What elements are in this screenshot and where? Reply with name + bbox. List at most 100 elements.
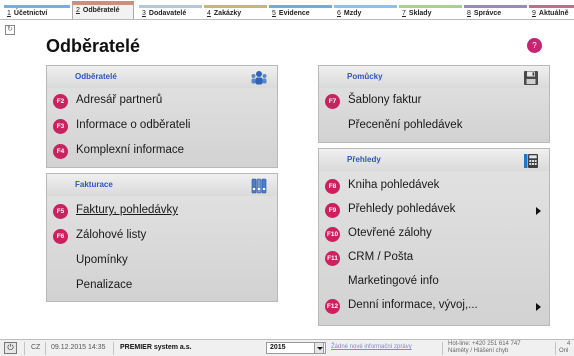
panel-fakturace: Fakturace F5 Faktury, pohledávky F6 Zálo… [46, 173, 278, 302]
menu-item-penalizace[interactable]: Penalizace [53, 277, 271, 297]
tab-label: Mzdy [343, 10, 362, 17]
menu-item-faktury-pohledavky[interactable]: F5 Faktury, pohledávky [53, 202, 271, 222]
menu-item-label: Šablony faktur [348, 94, 422, 106]
tab-dodavatele[interactable]: 3 Dodavatelé [139, 5, 202, 19]
shortcut-badge: F6 [53, 229, 68, 244]
online-count: 4 [567, 341, 571, 347]
menu-item-sablony-faktur[interactable]: F7 Šablony faktur [325, 92, 543, 112]
news-link[interactable]: Žádné nové informační zprávy [331, 344, 412, 350]
shortcut-badge: F7 [325, 94, 340, 109]
menu-item-komplexni-informace[interactable]: F4 Komplexní informace [53, 142, 271, 162]
tab-number: 5 [272, 10, 276, 17]
menu-item-label: Faktury, pohledávky [76, 204, 179, 216]
status-divider [24, 342, 25, 355]
tab-label: Evidence [278, 10, 310, 17]
panel-header: Odběratelé [47, 66, 277, 88]
chevron-down-icon [317, 347, 323, 350]
shortcut-badge: F5 [53, 204, 68, 219]
shortcut-badge: F2 [53, 94, 68, 109]
menu-item-kniha-pohledavek[interactable]: F8 Kniha pohledávek [325, 177, 543, 197]
tab-zakazky[interactable]: 4 Zakázky [204, 5, 267, 19]
menu-item-label: Přehledy pohledávek [348, 203, 456, 215]
panel-pomucky: Pomůcky F7 Šablony faktur Přecenění pohl… [318, 65, 550, 143]
menu-item-informace-o-odberateli[interactable]: F3 Informace o odběrateli [53, 117, 271, 137]
panel-title: Pomůcky [347, 72, 383, 81]
status-divider [442, 342, 443, 355]
menu-item-zalohove-listy[interactable]: F6 Zálohové listy [53, 227, 271, 247]
menu-item-label: Informace o odběrateli [76, 119, 191, 131]
status-divider [113, 342, 114, 355]
panel-header: Fakturace [47, 174, 277, 196]
tab-ucetnictvi[interactable]: 1 Účetnictví [4, 5, 70, 19]
shortcut-badge: F3 [53, 119, 68, 134]
menu-item-upominky[interactable]: Upomínky [53, 252, 271, 272]
tab-number: 1 [7, 10, 11, 17]
online-label: Onl [559, 348, 569, 354]
panel-prehledy: Přehledy F8 Kniha pohledávek F9 Přehledy… [318, 148, 550, 326]
tab-aktualne[interactable]: 9 Aktuálně [529, 5, 574, 19]
tab-label: Správce [473, 10, 502, 17]
users-icon [251, 71, 267, 85]
menu-item-denni-informace[interactable]: F12 Denní informace, vývoj,... [325, 297, 543, 317]
year-dropdown-button[interactable] [314, 342, 324, 354]
tab-number: 9 [532, 10, 536, 17]
tab-mzdy[interactable]: 6 Mzdy [334, 5, 397, 19]
menu-item-label: Zálohové listy [76, 229, 147, 241]
hotline-info: Hot-line: +420 251 614 747 Náměty / Hláš… [448, 341, 521, 355]
tab-spravce[interactable]: 8 Správce [464, 5, 527, 19]
menu-item-otevrene-zalohy[interactable]: F10 Otevřené zálohy [325, 225, 543, 245]
tab-number: 7 [402, 10, 406, 17]
refresh-icon[interactable]: ↻ [5, 25, 15, 35]
language-indicator[interactable]: CZ [31, 344, 40, 351]
page-title: Odběratelé [46, 36, 141, 56]
tab-number: 3 [142, 10, 146, 17]
tab-number: 8 [467, 10, 471, 17]
panel-title: Přehledy [347, 155, 381, 164]
shortcut-badge: F8 [325, 179, 340, 194]
tab-label: Dodavatelé [148, 10, 187, 17]
menu-item-preceneni-pohledavek[interactable]: Přecenění pohledávek [325, 117, 543, 137]
shortcut-badge: F12 [325, 299, 340, 314]
menu-item-marketingove-info[interactable]: Marketingové info [325, 273, 543, 293]
tab-bar-divider [0, 19, 574, 20]
tab-label: Aktuálně [538, 10, 569, 17]
menu-item-label: Komplexní informace [76, 144, 185, 156]
menu-item-label: Denní informace, vývoj,... [348, 299, 478, 311]
panel-header: Pomůcky [319, 66, 549, 88]
tab-label: Účetnictví [13, 10, 48, 17]
tab-sklady[interactable]: 7 Sklady [399, 5, 462, 19]
status-bar: ⏻ CZ 09.12.2015 14:35 PREMIER system a.s… [0, 339, 574, 356]
panel-title: Odběratelé [75, 72, 117, 81]
tab-label: Odběratelé [82, 7, 120, 14]
status-datetime: 09.12.2015 14:35 [51, 344, 106, 351]
menu-item-label: Penalizace [76, 279, 133, 291]
tab-label: Zakázky [213, 10, 242, 17]
power-icon[interactable]: ⏻ [4, 342, 17, 354]
panel-odberatele: Odběratelé F2 Adresář partnerů F3 Inform… [46, 65, 278, 168]
tab-evidence[interactable]: 5 Evidence [269, 5, 332, 19]
tab-number: 4 [207, 10, 211, 17]
panel-title: Fakturace [75, 180, 113, 189]
shortcut-badge: F9 [325, 203, 340, 218]
menu-item-crm-posta[interactable]: F11 CRM / Pošta [325, 249, 543, 269]
tab-number: 2 [76, 7, 80, 14]
submenu-arrow-icon [536, 207, 541, 215]
menu-item-label: Kniha pohledávek [348, 179, 440, 191]
bug-report-link[interactable]: Náměty / Hlášení chyb [448, 348, 521, 355]
menu-item-label: Upomínky [76, 254, 128, 266]
help-icon[interactable]: ? [527, 38, 542, 53]
menu-item-adresar-partneru[interactable]: F2 Adresář partnerů [53, 92, 271, 112]
module-tab-bar: 1 Účetnictví 2 Odběratelé 3 Dodavatelé 4 Zak… [0, 0, 574, 19]
menu-item-label: Marketingové info [348, 275, 439, 287]
save-disk-icon [524, 71, 538, 85]
shortcut-badge: F10 [325, 227, 340, 242]
shortcut-badge: F11 [325, 251, 340, 266]
company-name: PREMIER system a.s. [120, 344, 192, 351]
status-divider [45, 342, 46, 355]
menu-item-label: Přecenění pohledávek [348, 119, 463, 131]
menu-item-label: Adresář partnerů [76, 94, 163, 106]
menu-item-prehledy-pohledavek[interactable]: F9 Přehledy pohledávek [325, 201, 543, 221]
tab-odberatele[interactable]: 2 Odběratelé [72, 1, 134, 19]
status-divider [555, 342, 556, 355]
tab-number: 6 [337, 10, 341, 17]
